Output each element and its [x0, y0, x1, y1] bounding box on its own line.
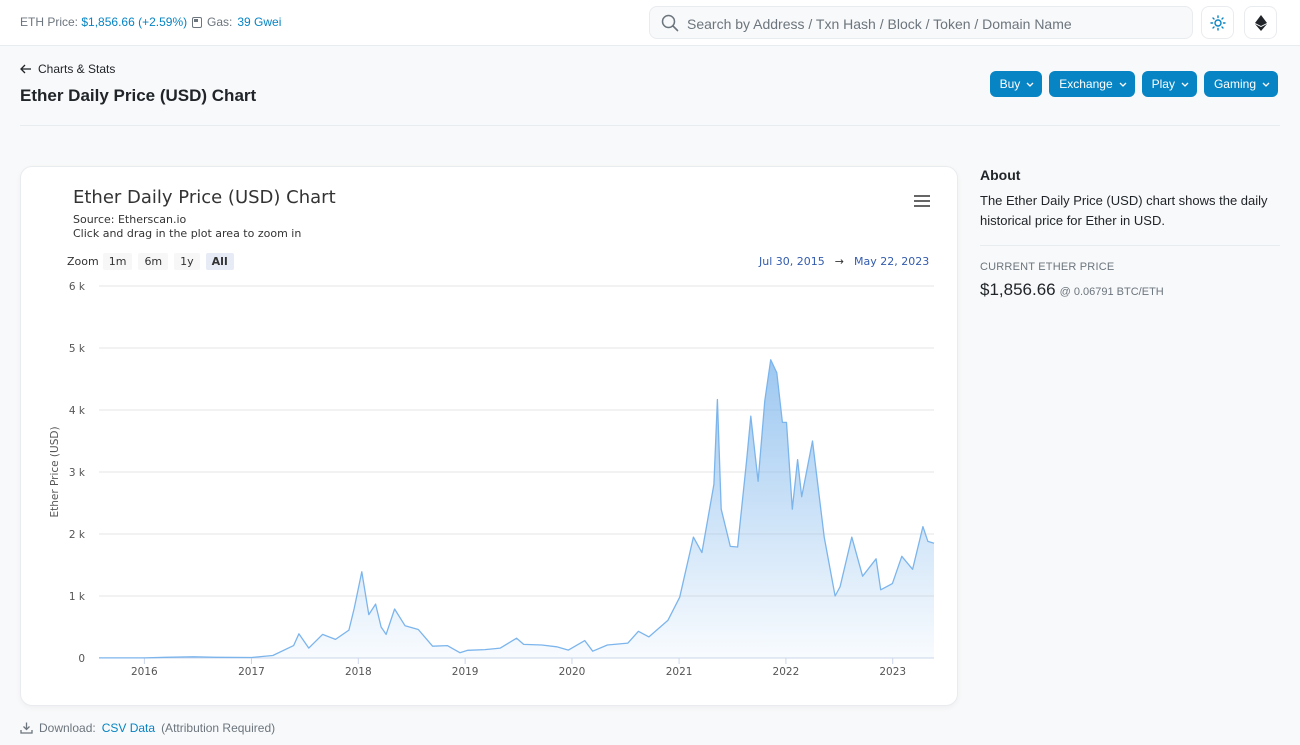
y-tick-label: 1 k [69, 591, 86, 603]
gas-label: Gas: [207, 15, 233, 29]
gas-value[interactable]: 39 Gwei [237, 15, 281, 29]
gas-pump-icon [192, 16, 202, 28]
gaming-button-label: Gaming [1213, 77, 1256, 91]
buy-button-label: Buy [999, 77, 1021, 91]
about-divider [980, 245, 1280, 246]
play-button[interactable]: Play [1141, 71, 1197, 97]
about-heading: About [980, 167, 1021, 183]
exchange-button-label: Exchange [1059, 77, 1113, 91]
top-bar: ETH Price: $1,856.66 (+2.59%) Gas: 39 Gw… [0, 0, 1300, 46]
gaming-button[interactable]: Gaming [1203, 71, 1278, 97]
chart-card: Ether Daily Price (USD) Chart Source: Et… [20, 166, 958, 706]
network-button[interactable] [1244, 6, 1277, 39]
current-price-btc: @ 0.06791 BTC/ETH [1059, 286, 1164, 298]
current-price: $1,856.66 @ 0.06791 BTC/ETH [980, 280, 1164, 300]
search-icon [661, 14, 679, 32]
action-buttons: Buy Exchange Play Gaming [989, 71, 1278, 97]
x-tick-label: 2020 [559, 666, 586, 678]
ethereum-icon [1254, 14, 1267, 31]
chevron-down-icon [1026, 82, 1034, 87]
current-price-label: Current Ether Price [980, 261, 1115, 273]
x-tick-label: 2018 [345, 666, 372, 678]
x-tick-label: 2019 [452, 666, 479, 678]
csv-download-link[interactable]: CSV Data [102, 721, 155, 735]
search-box [649, 6, 1193, 39]
eth-price: ETH Price: $1,856.66 (+2.59%) [20, 15, 187, 29]
arrow-left-icon [20, 64, 31, 74]
x-tick-label: 2023 [879, 666, 906, 678]
chevron-down-icon [1181, 82, 1189, 87]
price-area [99, 359, 934, 658]
attribution-note: (Attribution Required) [161, 721, 276, 735]
x-tick-label: 2021 [666, 666, 693, 678]
chevron-down-icon [1119, 82, 1127, 87]
sun-icon [1209, 14, 1226, 31]
divider [20, 125, 1280, 126]
download-icon [20, 722, 33, 734]
price-chart[interactable]: 0 1 k 2 k 3 k 4 k 5 k 6 k 2016 2017 2018 2019 2020 2… [21, 167, 957, 705]
play-button-label: Play [1151, 77, 1175, 91]
y-tick-label: 4 k [69, 405, 86, 417]
y-tick-label: 0 [78, 653, 85, 665]
x-tick-label: 2016 [131, 666, 158, 678]
chevron-down-icon [1262, 82, 1270, 87]
y-axis-label: Ether Price (USD) [49, 426, 61, 517]
eth-price-label: ETH Price: [20, 15, 79, 29]
search-input[interactable] [685, 11, 1179, 36]
about-text: The Ether Daily Price (USD) chart shows … [980, 193, 1268, 228]
theme-toggle-button[interactable] [1201, 6, 1234, 39]
back-label: Charts & Stats [38, 62, 116, 76]
back-to-charts-link[interactable]: Charts & Stats [20, 62, 115, 76]
eth-price-value[interactable]: $1,856.66 (+2.59%) [81, 15, 187, 29]
x-tick-label: 2017 [238, 666, 265, 678]
download-row: Download: CSV Data (Attribution Required… [20, 721, 275, 735]
current-price-value: $1,856.66 [980, 280, 1056, 299]
y-tick-label: 6 k [69, 281, 86, 293]
y-tick-label: 2 k [69, 529, 86, 541]
gas-tracker: Gas: 39 Gwei [192, 15, 281, 29]
y-tick-label: 3 k [69, 467, 86, 479]
y-tick-label: 5 k [69, 343, 86, 355]
page-title: Ether Daily Price (USD) Chart [20, 86, 257, 105]
download-label: Download: [39, 721, 96, 735]
exchange-button[interactable]: Exchange [1049, 71, 1135, 97]
x-tick-label: 2022 [773, 666, 800, 678]
buy-button[interactable]: Buy [989, 71, 1043, 97]
